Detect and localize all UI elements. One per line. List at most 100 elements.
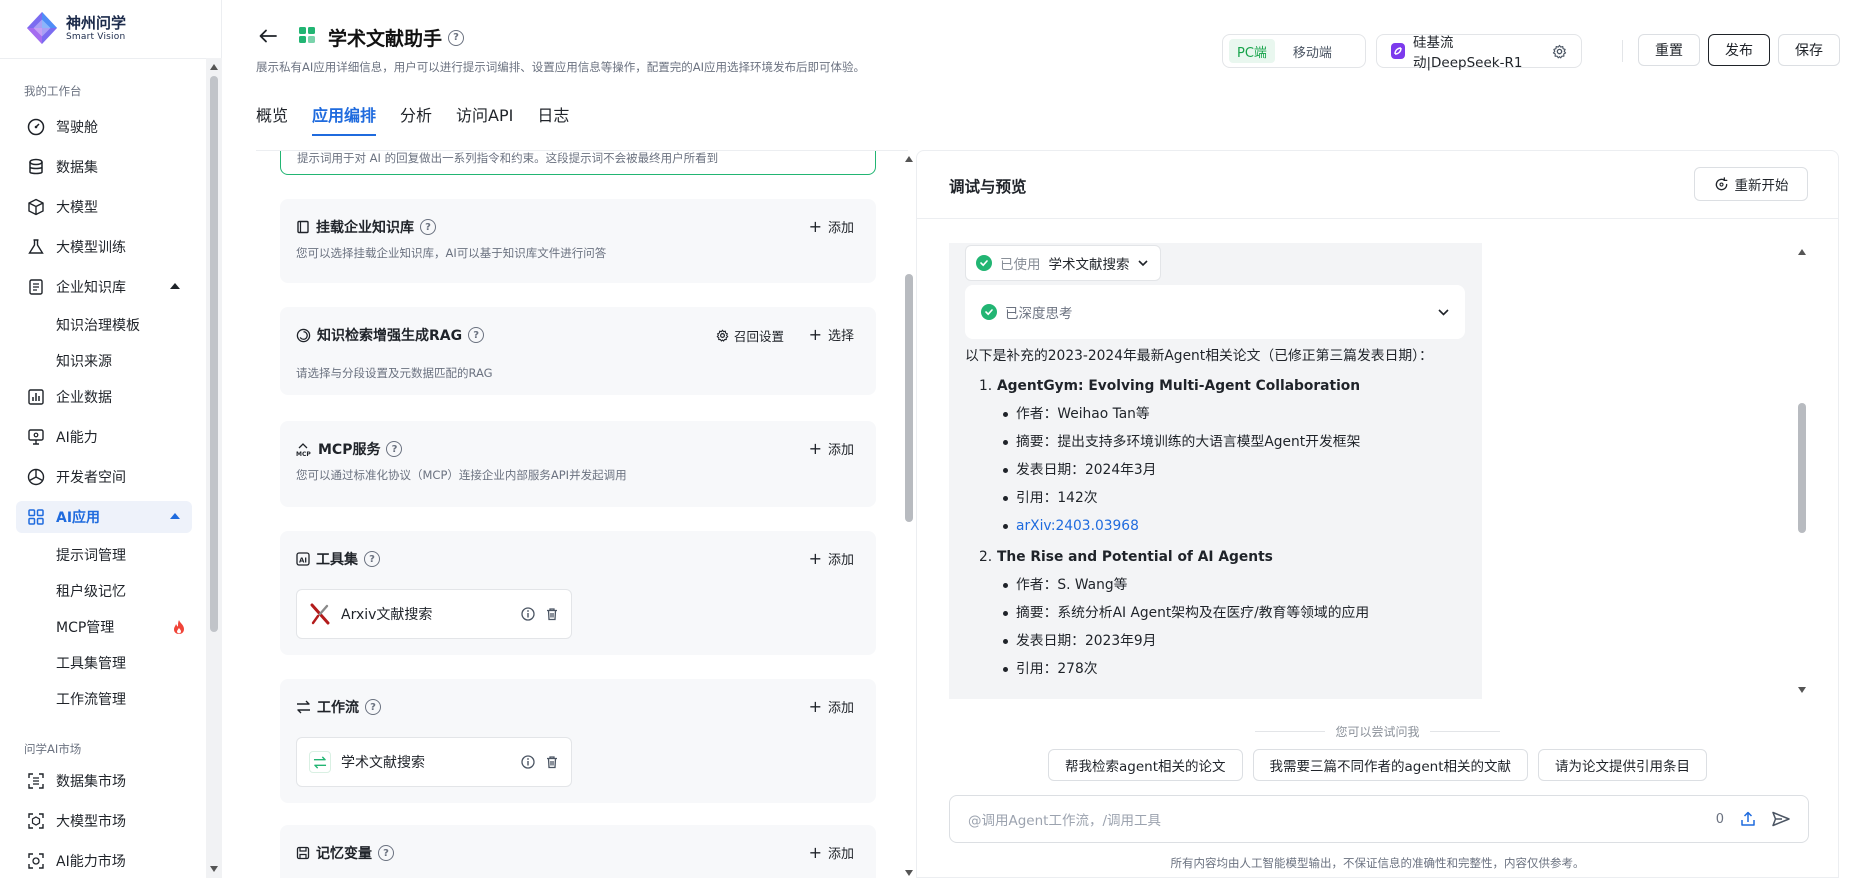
workflow-swap-icon (309, 751, 331, 773)
tab-logs[interactable]: 日志 (537, 102, 569, 136)
info-icon[interactable] (521, 755, 535, 769)
scroll-down-icon[interactable] (1798, 687, 1806, 693)
scrollbar-thumb[interactable] (1798, 403, 1806, 533)
help-icon[interactable]: ? (364, 551, 380, 567)
tool-used-name: 学术文献搜索 (1048, 257, 1130, 273)
suggestion-button[interactable]: 帮我检索agent相关的论文 (1048, 749, 1243, 781)
sidebar-subitem-kb-template[interactable]: 知识治理模板 (56, 315, 140, 335)
paper-title-text: AgentGym: Evolving Multi-Agent Collabora… (996, 378, 1361, 394)
sidebar-item-capability-market[interactable]: AI能力市场 (16, 845, 192, 877)
tab-overview[interactable]: 概览 (256, 102, 288, 136)
info-icon[interactable] (521, 607, 535, 621)
gear-icon[interactable] (1552, 44, 1567, 59)
recall-settings-button[interactable]: 召回设置 (716, 326, 784, 345)
arxiv-link[interactable]: arXiv:2403.03968 (1016, 512, 1139, 540)
platform-mobile-option[interactable]: 移动端 (1285, 39, 1340, 63)
cube-icon (26, 197, 46, 217)
help-icon[interactable]: ? (420, 219, 436, 235)
brand-logo-icon (27, 12, 57, 44)
scrollbar-thumb[interactable] (210, 76, 218, 632)
flask-icon (26, 237, 46, 257)
mcp-add-button[interactable]: + 添加 (809, 439, 854, 458)
help-icon[interactable]: ? (468, 327, 485, 343)
paper-date-text: 发表日期：2023年9月 (1016, 633, 1157, 649)
scroll-down-icon[interactable] (905, 870, 913, 876)
trash-icon[interactable] (545, 607, 559, 621)
kb-add-button[interactable]: + 添加 (809, 217, 854, 236)
sidebar-item-ai-apps[interactable]: AI应用 (16, 501, 192, 533)
prompt-editor[interactable]: 提示词用于对 AI 的回复做出一系列指令和约束。这段提示词不会被最终用户所看到 (280, 151, 876, 175)
sidebar-item-model-market[interactable]: 大模型市场 (16, 805, 192, 837)
model-selector[interactable]: 硅基流动|DeepSeek-R1 (1376, 34, 1582, 71)
send-icon[interactable] (1772, 811, 1790, 827)
sidebar-subitem-prompt-mgmt[interactable]: 提示词管理 (56, 545, 126, 565)
chevron-down-icon (1137, 259, 1148, 267)
sidebar-subitem-workflow-mgmt[interactable]: 工作流管理 (56, 689, 126, 709)
workflow-chip[interactable]: 学术文献搜索 (296, 737, 572, 787)
trash-icon[interactable] (545, 755, 559, 769)
restart-label: 重新开始 (1734, 178, 1789, 194)
plus-icon: + (808, 324, 822, 344)
sidebar-subitem-toolset-mgmt[interactable]: 工具集管理 (56, 653, 126, 673)
sidebar-item-enterprise-data[interactable]: 企业数据 (16, 381, 192, 413)
sidebar-item-label: AI能力 (56, 430, 98, 446)
preview-divider (917, 218, 1838, 219)
chat-input-placeholder: @调用Agent工作流，/调用工具 (968, 813, 1162, 829)
platform-pc-option[interactable]: PC端 (1229, 39, 1275, 63)
paper-title-text: The Rise and Potential of AI Agents (996, 549, 1273, 565)
tool-used-pill[interactable]: 已使用 学术文献搜索 (965, 245, 1161, 281)
sidebar-scrollbar[interactable] (206, 58, 222, 878)
sidebar-item-training[interactable]: 大模型训练 (16, 231, 192, 263)
reset-button[interactable]: 重置 (1638, 34, 1700, 66)
plus-icon: + (808, 696, 822, 716)
paper-cites: 引用：142次 (965, 484, 1470, 512)
toolset-card-title: AI 工具集 ? (296, 549, 380, 569)
memory-add-button[interactable]: + 添加 (809, 843, 854, 862)
paper-abstract: 摘要：提出支持多环境训练的大语言模型Agent开发框架 (965, 428, 1470, 456)
help-icon[interactable]: ? (448, 29, 465, 46)
scrollbar-thumb[interactable] (905, 274, 913, 522)
sidebar-item-ai-capability[interactable]: AI能力 (16, 421, 192, 453)
scroll-up-icon[interactable] (1798, 249, 1806, 255)
sidebar-subitem-tenant-memory[interactable]: 租户级记忆 (56, 581, 126, 601)
sidebar-subitem-kb-source[interactable]: 知识来源 (56, 351, 112, 371)
rag-select-button[interactable]: + 选择 (809, 325, 854, 344)
workflow-add-button[interactable]: + 添加 (809, 697, 854, 716)
sidebar-item-developer-space[interactable]: 开发者空间 (16, 461, 192, 493)
sidebar-subitem-mcp-mgmt[interactable]: MCP管理 (56, 617, 186, 637)
brand-logo[interactable]: 神州问学 Smart Vision (24, 10, 126, 46)
publish-button[interactable]: 发布 (1708, 34, 1770, 66)
scroll-down-icon[interactable] (210, 866, 218, 872)
sidebar-item-knowledge-base[interactable]: 企业知识库 (16, 271, 192, 303)
tab-analysis[interactable]: 分析 (400, 102, 432, 136)
sidebar-item-label: 大模型 (56, 200, 98, 216)
sidebar-item-models[interactable]: 大模型 (16, 191, 192, 223)
save-disk-icon (296, 846, 310, 860)
expand-caret-icon (170, 513, 180, 519)
restart-button[interactable]: 重新开始 (1694, 167, 1808, 201)
toolset-add-button[interactable]: + 添加 (809, 549, 854, 568)
save-button[interactable]: 保存 (1778, 34, 1840, 66)
nav-group-market: 问学AI市场 (24, 742, 82, 756)
sidebar-item-datasets[interactable]: 数据集 (16, 151, 192, 183)
assistant-answer: 以下是补充的2023-2024年最新Agent相关论文（已修正第三篇发表日期）：… (965, 343, 1470, 683)
tab-orchestration[interactable]: 应用编排 (312, 102, 377, 136)
suggestions-heading: 您可以尝试问我 (917, 723, 1838, 740)
deep-thinking-collapse[interactable]: 已深度思考 (965, 285, 1465, 339)
chat-input[interactable]: @调用Agent工作流，/调用工具 0 (949, 795, 1809, 843)
chat-scrollbar[interactable] (1794, 243, 1810, 699)
help-icon[interactable]: ? (378, 845, 394, 861)
suggestion-button[interactable]: 请为论文提供引用条目 (1538, 749, 1707, 781)
tool-chip-arxiv[interactable]: Arxiv文献搜索 (296, 589, 572, 639)
scroll-up-icon[interactable] (210, 64, 218, 70)
help-icon[interactable]: ? (365, 699, 381, 715)
back-button[interactable] (256, 24, 280, 48)
sidebar-item-cockpit[interactable]: 驾驶舱 (16, 111, 192, 143)
help-icon[interactable]: ? (386, 441, 403, 457)
scroll-up-icon[interactable] (905, 156, 913, 162)
sidebar-item-dataset-market[interactable]: 数据集市场 (16, 765, 192, 797)
upload-icon[interactable] (1740, 811, 1756, 827)
suggestion-button[interactable]: 我需要三篇不同作者的agent相关的文献 (1252, 749, 1528, 781)
gear-icon (716, 329, 729, 342)
tab-api-access[interactable]: 访问API (456, 102, 513, 136)
